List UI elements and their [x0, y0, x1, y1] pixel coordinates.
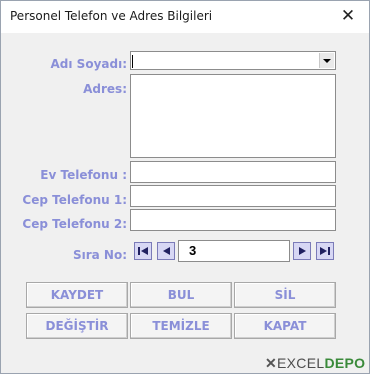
name-combobox[interactable] — [130, 51, 336, 70]
window-title: Personel Telefon ve Adres Bilgileri — [10, 9, 213, 23]
dropdown-arrow-icon[interactable] — [319, 53, 334, 68]
last-record-button[interactable] — [316, 242, 334, 260]
logo-x-icon: ✕ — [265, 355, 278, 371]
delete-button[interactable]: SİL — [234, 282, 336, 308]
logo-text-excel: EXCEL — [277, 355, 325, 371]
find-button[interactable]: BUL — [130, 282, 232, 308]
home-phone-label: Ev Telefonu : — [40, 168, 127, 182]
text-cursor — [132, 55, 133, 68]
dialog-window: Personel Telefon ve Adres Bilgileri ✕ Ad… — [0, 0, 370, 374]
save-button[interactable]: KAYDET — [26, 282, 128, 308]
sequence-value: 3 — [189, 243, 197, 258]
first-record-button[interactable] — [134, 242, 152, 260]
logo-text-depo: DEPO — [324, 355, 366, 371]
mobile-phone-1-label: Cep Telefonu 1: — [22, 193, 127, 207]
address-label: Adres: — [83, 82, 127, 96]
close-form-button[interactable]: KAPAT — [234, 313, 336, 339]
first-record-icon — [138, 247, 148, 255]
name-label: Adı Soyadı: — [50, 57, 127, 71]
address-textarea[interactable] — [130, 74, 336, 158]
next-record-icon — [298, 247, 306, 255]
clear-button[interactable]: TEMİZLE — [130, 313, 232, 339]
next-record-button[interactable] — [293, 242, 311, 260]
title-bar: Personel Telefon ve Adres Bilgileri ✕ — [1, 1, 369, 33]
last-record-icon — [320, 247, 330, 255]
mobile-phone-2-label: Cep Telefonu 2: — [22, 217, 127, 231]
mobile-phone-2-field[interactable] — [130, 209, 336, 231]
sequence-field[interactable]: 3 — [178, 240, 290, 262]
update-button[interactable]: DEĞİŞTİR — [26, 313, 128, 339]
home-phone-field[interactable] — [130, 161, 336, 183]
close-icon[interactable]: ✕ — [335, 5, 361, 27]
previous-record-button[interactable] — [157, 242, 175, 260]
sequence-label: Sıra No: — [72, 248, 127, 262]
previous-record-icon — [162, 247, 170, 255]
mobile-phone-1-field[interactable] — [130, 185, 336, 207]
exceldepo-logo: ✕EXCELDEPO — [265, 355, 365, 372]
